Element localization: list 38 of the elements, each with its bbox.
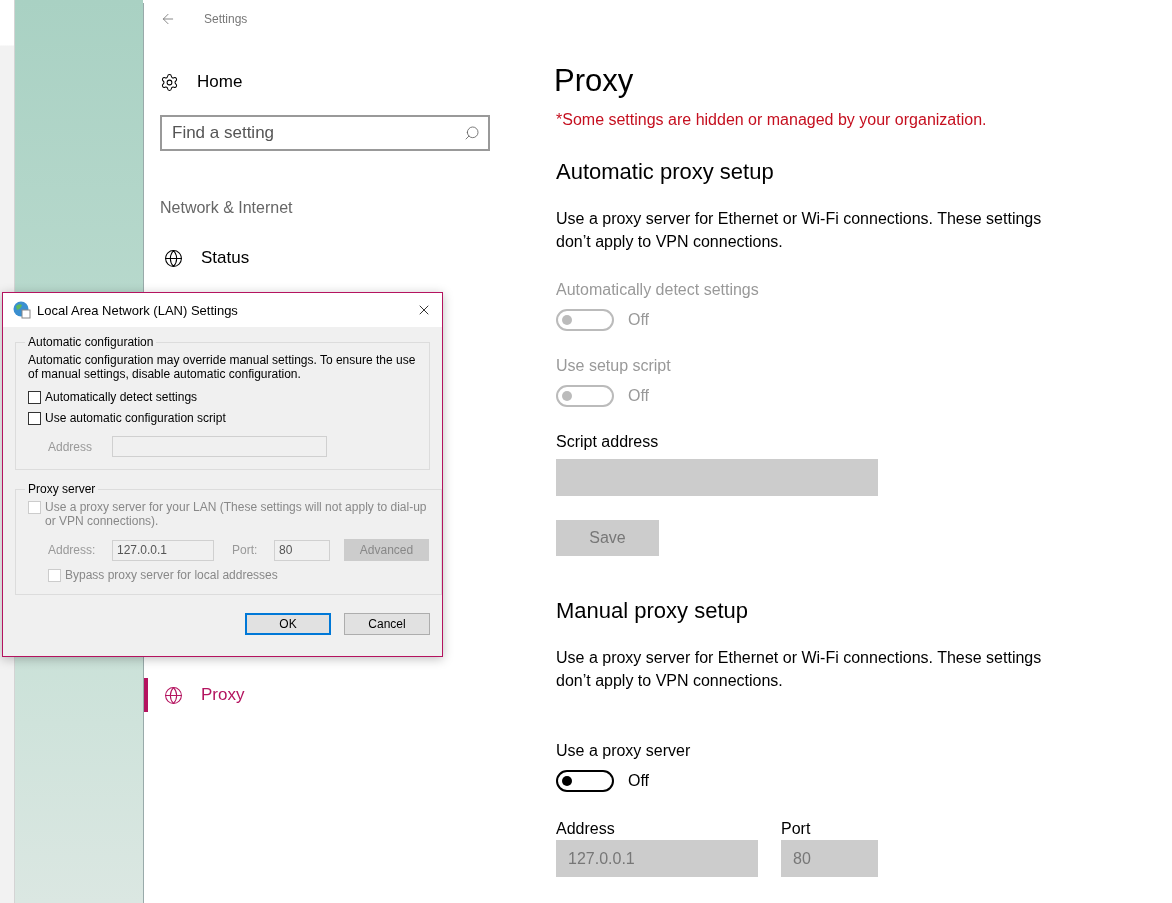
field-label: Address: bbox=[48, 543, 97, 557]
group-title: Automatic configuration bbox=[27, 335, 155, 349]
field-label: Address bbox=[556, 820, 616, 839]
dialog-title: Local Area Network (LAN) Settings bbox=[37, 302, 239, 318]
checkbox[interactable]: Use automatic configuration script bbox=[28, 411, 417, 425]
description: Use a proxy server for Ethernet or Wi-Fi connections. These settings don’t apply to VPN connections. bbox=[556, 648, 1043, 691]
setting-label: Automatically detect settings bbox=[556, 281, 760, 299]
policy-notice: *Some settings are hidden or managed by your organization. bbox=[556, 111, 988, 129]
globe-icon bbox=[164, 685, 183, 705]
toggle-switch[interactable] bbox=[556, 770, 614, 792]
section-heading: Network & Internet bbox=[160, 199, 294, 217]
globe-icon bbox=[13, 301, 31, 319]
search-icon bbox=[464, 125, 480, 141]
group-title: Proxy server bbox=[27, 482, 97, 496]
field-label: Script address bbox=[556, 433, 660, 451]
settings-icon bbox=[160, 72, 179, 92]
description: Use a proxy server for Ethernet or Wi-Fi connections. These settings don’t apply to VPN connections. bbox=[556, 209, 1043, 252]
home-link[interactable]: Home bbox=[160, 67, 538, 97]
section-heading: Manual proxy setup bbox=[556, 598, 749, 624]
field-label: Port: bbox=[232, 543, 259, 557]
nav-item[interactable]: Status bbox=[144, 241, 538, 275]
page-title: Proxy bbox=[554, 63, 635, 99]
setting-label: Use a proxy server bbox=[556, 742, 692, 760]
toggle-state: Off bbox=[628, 387, 650, 405]
checkbox[interactable]: Automatically detect settings bbox=[28, 390, 417, 404]
toggle-state: Off bbox=[628, 311, 650, 329]
globe-icon bbox=[164, 248, 183, 268]
dialog-button[interactable]: Cancel bbox=[344, 613, 430, 635]
field-label: Address bbox=[48, 439, 94, 454]
nav-item[interactable]: Proxy bbox=[144, 678, 538, 712]
search-field[interactable]: Find a setting bbox=[160, 115, 490, 151]
window-title: Settings bbox=[204, 12, 248, 26]
dialog-button[interactable]: OK bbox=[245, 613, 331, 635]
section-heading: Automatic proxy setup bbox=[556, 159, 775, 185]
setting-label: Use setup script bbox=[556, 357, 672, 375]
field-label: Port bbox=[781, 820, 812, 839]
toggle-state: Off bbox=[628, 772, 650, 790]
note-text: Automatic configuration may override manual settings. To ensure the use of manual settings, disable automatic configuration. bbox=[28, 353, 417, 381]
